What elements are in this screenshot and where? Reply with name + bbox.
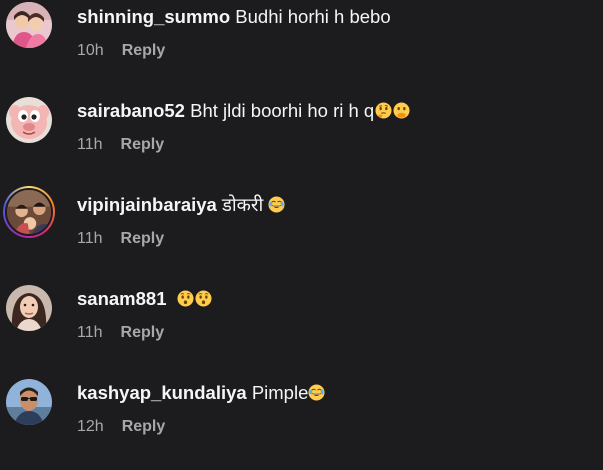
comment-line: sanam881 <box>77 288 212 310</box>
avatar-cartoon-face-icon <box>6 97 52 143</box>
comment-meta: 12h Reply <box>77 417 165 437</box>
laughing-tears-emoji-icon <box>308 384 325 401</box>
comment-line: vipinjainbaraiya डोकरी <box>77 194 285 216</box>
reply-button[interactable]: Reply <box>122 418 166 435</box>
comment-text: डोकरी <box>221 194 264 215</box>
comment-text: Bht jldi boorhi ho ri h q <box>190 100 375 121</box>
laughing-tears-emoji-icon <box>268 196 285 213</box>
avatar[interactable] <box>5 96 53 144</box>
avatar-girl-pink-photo-icon <box>6 2 52 48</box>
comment-timestamp[interactable]: 10h <box>77 42 104 59</box>
reply-button[interactable]: Reply <box>121 136 165 153</box>
avatar-group-photo-icon <box>7 190 51 234</box>
comment-meta: 10h Reply <box>77 41 165 61</box>
avatar-woman-photo-icon <box>6 285 52 331</box>
comment-timestamp[interactable]: 11h <box>77 230 103 247</box>
avatar[interactable] <box>5 378 53 426</box>
comment-username[interactable]: sanam881 <box>77 288 166 309</box>
comment-item: sanam881 11h Reply <box>0 282 603 376</box>
comment-line: shinning_summo Budhi horhi h bebo <box>77 6 391 28</box>
reply-button[interactable]: Reply <box>121 324 165 341</box>
comment-timestamp[interactable]: 12h <box>77 418 104 435</box>
comment-timestamp[interactable]: 11h <box>77 136 103 153</box>
comment-meta: 11h Reply <box>77 323 164 343</box>
comment-item: sairabano52 Bht jldi boorhi ho ri h q 11… <box>0 94 603 188</box>
comment-line: sairabano52 Bht jldi boorhi ho ri h q <box>77 100 410 122</box>
comment-item: kashyap_kundaliya Pimple 12h Reply <box>0 376 603 470</box>
comment-timestamp[interactable]: 11h <box>77 324 103 341</box>
comment-text: Pimple <box>251 382 309 403</box>
avatar-man-sunglasses-photo-icon <box>6 379 52 425</box>
hushed-face-emoji-icon <box>177 290 194 307</box>
reply-button[interactable]: Reply <box>121 230 165 247</box>
comment-item: shinning_summo Budhi horhi h bebo 10h Rep… <box>0 0 603 94</box>
avatar[interactable] <box>5 1 53 49</box>
comment-username[interactable]: sairabano52 <box>77 100 185 121</box>
reply-button[interactable]: Reply <box>122 42 166 59</box>
face-with-hand-over-mouth-emoji-icon <box>393 102 410 119</box>
comment-text: Budhi horhi h bebo <box>235 6 391 27</box>
avatar-story-ring[interactable] <box>3 186 55 238</box>
avatar[interactable] <box>5 284 53 332</box>
comment-line: kashyap_kundaliya Pimple <box>77 382 325 404</box>
comment-username[interactable]: vipinjainbaraiya <box>77 194 217 215</box>
comments-list: shinning_summo Budhi horhi h bebo 10h Rep… <box>0 0 603 450</box>
comment-meta: 11h Reply <box>77 229 164 249</box>
thinking-face-emoji-icon <box>375 102 392 119</box>
hushed-face-emoji-icon <box>195 290 212 307</box>
comment-item: vipinjainbaraiya डोकरी 11h Reply <box>0 186 603 282</box>
comment-username[interactable]: kashyap_kundaliya <box>77 382 247 403</box>
comment-username[interactable]: shinning_summo <box>77 6 230 27</box>
comment-meta: 11h Reply <box>77 135 164 155</box>
